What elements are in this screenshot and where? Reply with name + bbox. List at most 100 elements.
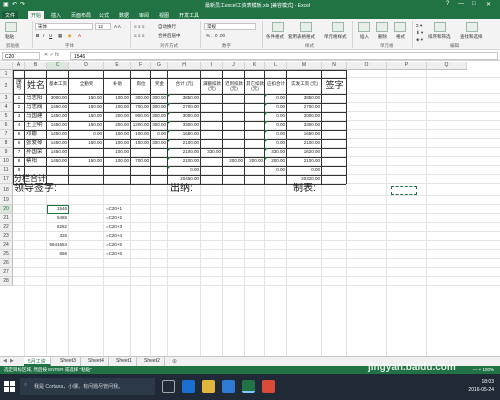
worksheet-grid[interactable]: A B C D E F G H I J K L M N O P Q 1 2 3 4 5 6 7 8 9 10 11 17 18 19 20 21… — [0, 62, 500, 356]
cell-value[interactable]: 1450.00 — [48, 139, 67, 147]
cell-value[interactable]: 100.00 — [105, 94, 129, 102]
cell-value[interactable]: 300.00 — [152, 139, 166, 147]
column-header-F[interactable]: F — [131, 62, 151, 70]
copy-marquee[interactable] — [391, 186, 417, 195]
cell-value[interactable]: 330.00 — [266, 148, 285, 156]
row-header-24[interactable]: 24 — [0, 241, 13, 250]
font-grow-icon[interactable]: A A — [114, 24, 121, 29]
column-header-N[interactable]: N — [322, 62, 347, 70]
subtotal-total[interactable]: 20450.00 — [169, 175, 199, 183]
calc-value[interactable]: 6262 — [48, 223, 67, 231]
cell-value[interactable]: 1620.00 — [288, 148, 320, 156]
row-header-21[interactable]: 21 — [0, 214, 13, 223]
cell-value[interactable]: 2100.00 — [288, 139, 320, 147]
undo-icon[interactable]: ↶ — [12, 1, 17, 8]
column-header-Q[interactable]: Q — [427, 62, 467, 70]
calc-formula[interactable]: =C20+2 — [106, 214, 153, 222]
cell-value[interactable]: 330.00 — [202, 148, 221, 156]
row-header-4[interactable]: 4 — [0, 103, 13, 112]
cell-value[interactable]: 0.00 — [288, 166, 320, 174]
delete-cells-icon[interactable] — [376, 22, 388, 32]
column-header-H[interactable]: H — [168, 62, 201, 70]
add-sheet-icon[interactable]: ⊕ — [172, 358, 177, 365]
cell-style-icon[interactable] — [332, 22, 344, 32]
column-header-L[interactable]: L — [265, 62, 287, 70]
calc-value[interactable]: 1546 — [48, 205, 67, 213]
cell-name[interactable]: 马志阳 — [26, 94, 46, 102]
formula-input[interactable]: 1546 — [70, 52, 498, 60]
tab-developer[interactable]: 开发工具 — [176, 11, 202, 19]
row-header-17[interactable]: 17 — [0, 175, 13, 184]
find-select-button[interactable]: 查找和选择 — [460, 34, 483, 40]
cell-value[interactable]: 3000.00 — [288, 112, 320, 120]
row-header-28[interactable]: 28 — [0, 277, 13, 286]
cell-value[interactable]: 900.00 — [132, 112, 149, 120]
font-size-select[interactable]: 12 — [95, 23, 111, 30]
cell-value[interactable]: 150.00 — [70, 103, 102, 111]
zoom-control[interactable]: — + 100% — [473, 367, 494, 372]
column-header-G[interactable]: G — [151, 62, 168, 70]
cell-value[interactable]: 3850.00 — [169, 94, 199, 102]
cell-seq[interactable]: 1 — [14, 94, 24, 102]
calc-formula[interactable]: =C20+3 — [106, 223, 153, 231]
format-cells-button[interactable]: 格式 — [396, 34, 405, 40]
cell-value[interactable]: 200.00 — [246, 157, 263, 165]
format-cells-icon[interactable] — [394, 22, 406, 32]
formula-fx-icons[interactable]: ✕ ✓ fx — [44, 52, 59, 58]
sheet-tab-sheet2[interactable]: Sheet2 — [140, 357, 165, 366]
close-button[interactable]: ✕ — [486, 1, 491, 8]
cell-value[interactable]: 0.00 — [266, 112, 285, 120]
row-header-5[interactable]: 5 — [0, 112, 13, 121]
cell-value[interactable]: 100.00 — [105, 103, 129, 111]
sort-filter-icon[interactable] — [434, 22, 446, 32]
row-header-20[interactable]: 20 — [0, 205, 13, 214]
cell-seq[interactable]: 2 — [14, 103, 24, 111]
cell-value[interactable]: 200.00 — [224, 157, 243, 165]
row-header-9[interactable]: 9 — [0, 148, 13, 157]
tab-view[interactable]: 视图 — [156, 11, 172, 19]
cell-value[interactable]: 1450.00 — [48, 121, 67, 129]
paste-icon[interactable] — [5, 22, 17, 32]
cell-seq[interactable]: 8 — [14, 157, 24, 165]
cortana-search-box[interactable]: ○ 我是 Cortana，小娜。有问题尽管问我。 — [20, 378, 155, 395]
cell-seq[interactable]: 4 — [14, 121, 24, 129]
tab-formulas[interactable]: 公式 — [96, 11, 112, 19]
cell-value[interactable]: 2100.00 — [169, 148, 199, 156]
font-name-select[interactable]: 宋体 — [35, 23, 93, 30]
column-header-C[interactable]: C — [47, 62, 69, 70]
column-header-J[interactable]: J — [223, 62, 245, 70]
cell-name[interactable]: 孙国荣 — [26, 148, 46, 156]
cell-value[interactable]: 0.00 — [266, 130, 285, 138]
cell-name[interactable]: 马国建 — [26, 112, 46, 120]
sheet-tab-5月工资[interactable]: 5月工资 — [24, 357, 51, 366]
cell-value[interactable]: 0.00 — [266, 166, 285, 174]
row-header-25[interactable]: 25 — [0, 250, 13, 259]
minimize-button[interactable]: — — [458, 1, 464, 7]
cell-value[interactable]: 100.00 — [105, 139, 129, 147]
windows-start-icon[interactable] — [4, 381, 15, 392]
row-header-7[interactable]: 7 — [0, 130, 13, 139]
number-format-icons[interactable]: % , .0 .00 — [206, 33, 225, 38]
clock[interactable]: 18:03 2016-05-24 — [468, 378, 494, 394]
font-color-icon[interactable]: A — [78, 33, 81, 38]
cell-value[interactable]: 100.00 — [105, 130, 129, 138]
cell-value[interactable]: 3300.00 — [169, 121, 199, 129]
column-header-K[interactable]: K — [245, 62, 265, 70]
cell-value[interactable]: 2100.00 — [288, 157, 320, 165]
cell-value[interactable]: 200.00 — [105, 112, 129, 120]
merge-center-button[interactable]: 合并后居中 — [158, 33, 181, 39]
tab-insert[interactable]: 插入 — [48, 11, 64, 19]
cell-value[interactable]: 700.00 — [132, 157, 149, 165]
calc-formula[interactable]: =C20+6 — [106, 250, 153, 258]
sort-filter-button[interactable]: 排序和筛选 — [428, 34, 451, 40]
table-format-icon[interactable] — [300, 22, 312, 32]
cell-value[interactable]: 0.00 — [266, 139, 285, 147]
prev-sheet-icon[interactable]: ◀ — [3, 358, 7, 364]
row-header-26[interactable]: 26 — [0, 259, 13, 268]
row-header-1[interactable]: 1 — [0, 70, 13, 78]
calc-formula[interactable]: =C20+4 — [106, 232, 153, 240]
align-top-icon[interactable]: ≡ ≡ ≡ — [134, 24, 144, 29]
cell-value[interactable]: 0.00 — [266, 121, 285, 129]
cell-value[interactable]: 1650.00 — [288, 130, 320, 138]
calc-formula[interactable]: =C20+1 — [106, 205, 153, 213]
